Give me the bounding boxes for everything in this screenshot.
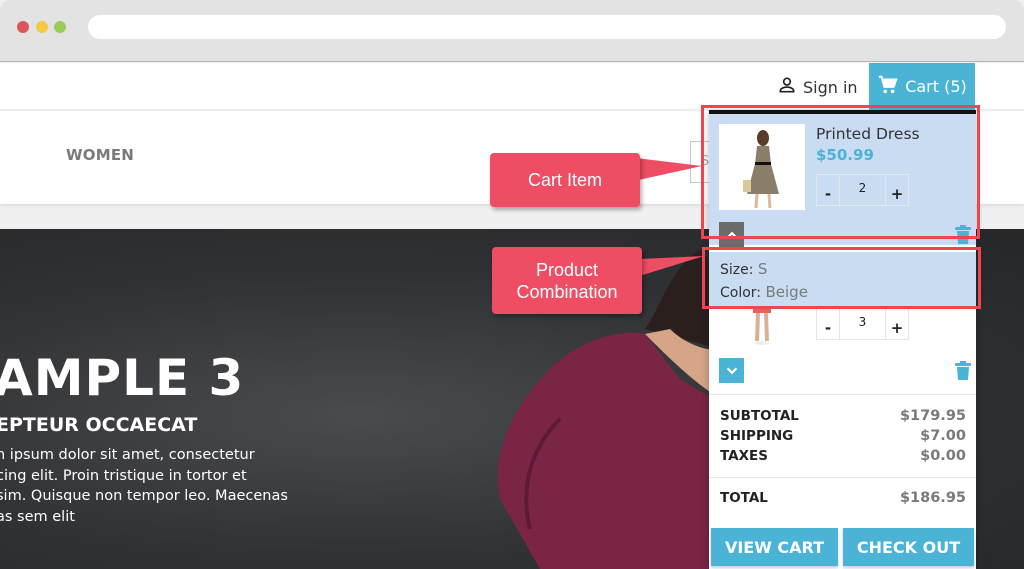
total-row: TOTAL $186.95 — [720, 490, 966, 506]
product-combination-highlight — [702, 247, 981, 309]
cart-totals: SUBTOTAL $179.95 SHIPPING $7.00 TAXES $0.00 — [709, 394, 976, 466]
sign-in-label: Sign in — [803, 77, 858, 97]
quantity-stepper: - 3 + — [816, 308, 909, 340]
user-icon — [777, 75, 797, 99]
product-combination-callout: Product Combination — [492, 247, 642, 314]
minimize-window-button[interactable] — [36, 21, 48, 33]
close-window-button[interactable] — [17, 21, 29, 33]
cart-item-callout: Cart Item — [490, 153, 640, 207]
chevron-down-icon — [726, 367, 737, 374]
quantity-input[interactable]: 3 — [839, 309, 886, 339]
hero-text-line: sim. Quisque non tempor leo. Maecenas — [0, 488, 288, 504]
maximize-window-button[interactable] — [54, 21, 66, 33]
hero-title: AMPLE 3 — [0, 349, 245, 407]
nav-item-women[interactable]: WOMEN — [66, 146, 134, 164]
shipping-row: SHIPPING $7.00 — [720, 428, 966, 444]
hero-text-line: n ipsum dolor sit amet, consectetur — [0, 447, 255, 463]
address-bar[interactable] — [88, 15, 1006, 39]
cart-button[interactable]: Cart (5) — [869, 63, 975, 110]
hero-subtitle: EPTEUR OCCAECAT — [0, 414, 198, 436]
expand-details-button[interactable] — [719, 358, 744, 383]
increase-quantity-button[interactable]: + — [886, 309, 908, 339]
subtotal-row: SUBTOTAL $179.95 — [720, 408, 966, 424]
trash-icon[interactable] — [955, 361, 971, 380]
dress-image — [753, 307, 771, 345]
hero-text-line: cing elit. Proin tristique in tortor et — [0, 467, 247, 484]
sign-in-link[interactable]: Sign in — [777, 75, 858, 99]
decrease-quantity-button[interactable]: - — [817, 309, 839, 339]
taxes-row: TAXES $0.00 — [720, 448, 966, 464]
grand-total: TOTAL $186.95 — [709, 477, 976, 508]
cart-label: Cart (5) — [905, 77, 967, 96]
hero-text-line: as sem elit — [0, 508, 75, 525]
checkout-button[interactable]: CHECK OUT — [843, 528, 974, 566]
top-bar: Sign in Cart (5) — [0, 63, 1024, 110]
browser-chrome — [0, 0, 1024, 62]
shopping-cart-icon — [877, 74, 899, 100]
product-thumbnail[interactable] — [719, 307, 805, 347]
hero-description: n ipsum dolor sit amet, consectetur cing… — [0, 445, 296, 527]
view-cart-button[interactable]: VIEW CART — [711, 528, 838, 566]
cart-item-highlight — [701, 105, 980, 239]
